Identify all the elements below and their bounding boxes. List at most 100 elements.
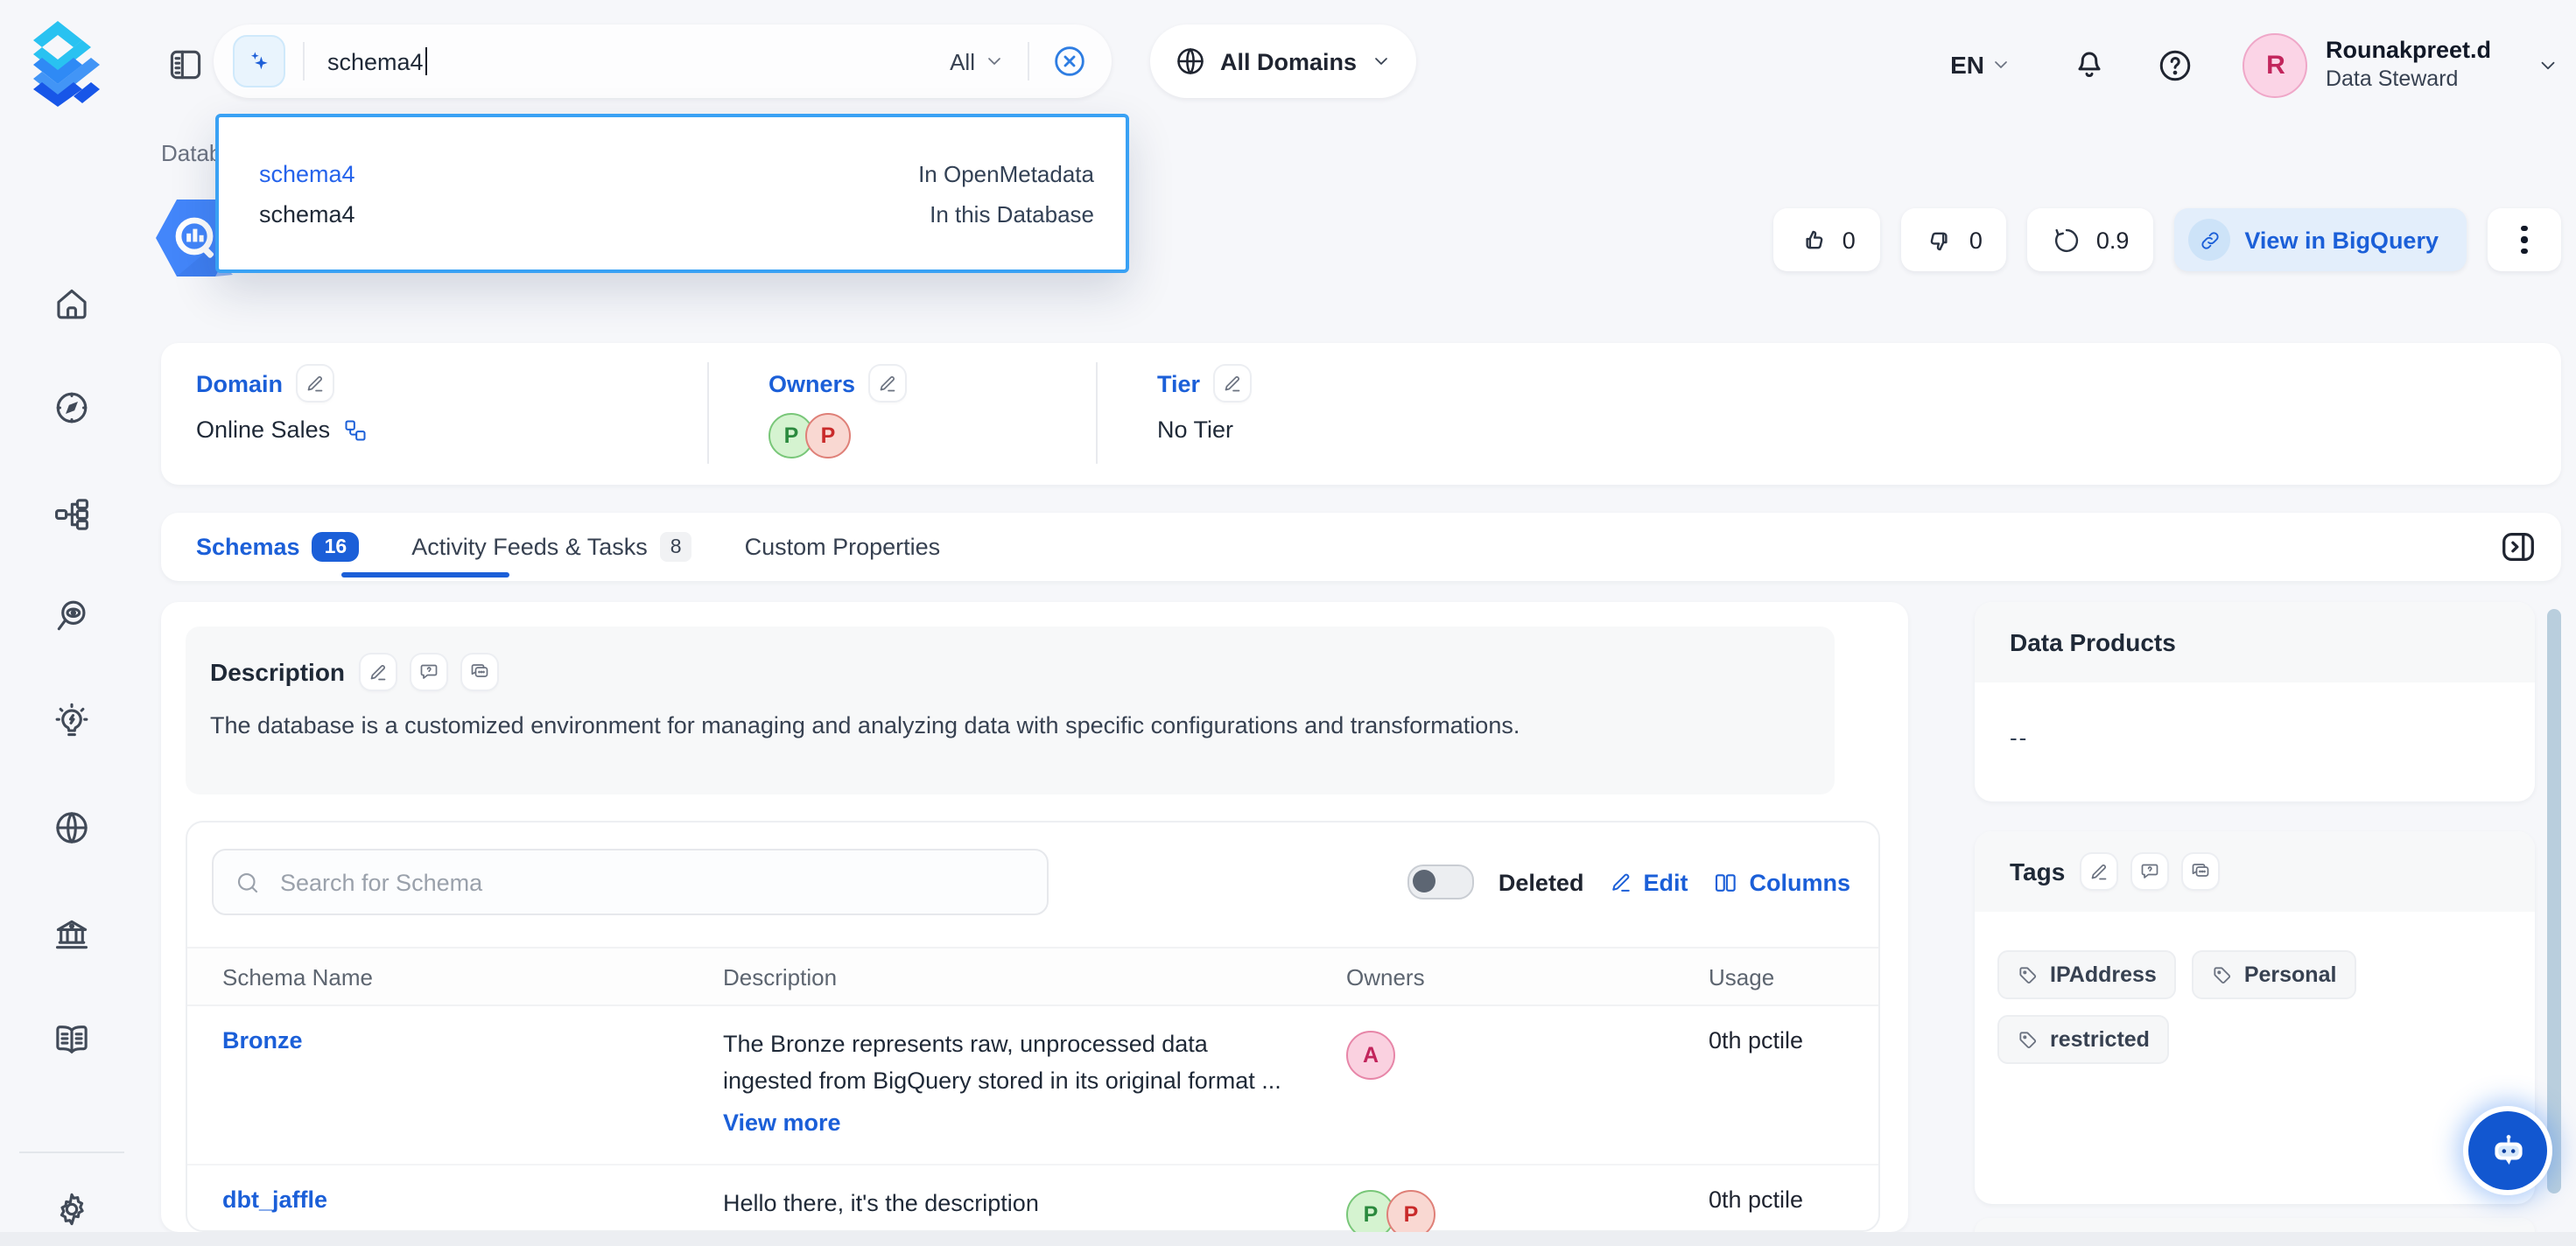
- edit-description-pencil-icon[interactable]: [361, 654, 396, 690]
- app-root: schema4 All All Domains EN: [0, 0, 2576, 1246]
- domain-section: Domain Online Sales: [196, 366, 367, 443]
- columns-config-button[interactable]: Columns: [1712, 869, 1850, 895]
- sidebar-toggle-icon[interactable]: [166, 46, 205, 84]
- edit-tier-pencil-icon[interactable]: [1214, 366, 1249, 401]
- table-row: dbt_jaffle Hello there, it's the descrip…: [187, 1166, 1878, 1232]
- request-tags-comment-icon[interactable]: [2131, 854, 2166, 889]
- vertical-scrollbar[interactable]: [2547, 609, 2561, 1194]
- user-menu[interactable]: Rounakpreet.d Data Steward: [2326, 37, 2491, 94]
- tag-chip[interactable]: Personal: [2192, 950, 2356, 999]
- top-navigation-bar: schema4 All All Domains EN: [0, 0, 2576, 130]
- govern-bank-icon[interactable]: [53, 915, 91, 954]
- sidebar-divider: [19, 1152, 124, 1153]
- owner-avatar[interactable]: P: [1386, 1190, 1435, 1232]
- chevron-down-icon: [984, 51, 1005, 72]
- description-text: The database is a customized environment…: [210, 712, 1810, 738]
- openmetadata-logo-icon[interactable]: [30, 21, 112, 107]
- page-bottom-edge: [0, 1232, 2576, 1246]
- tab-count-badge: 16: [312, 532, 360, 562]
- notifications-bell-icon[interactable]: [2072, 46, 2109, 83]
- tab-activity-feeds[interactable]: Activity Feeds & Tasks 8: [411, 532, 691, 562]
- schemas-tab-content: Description The database is a customized…: [161, 602, 1908, 1232]
- domain-value[interactable]: Online Sales: [196, 416, 330, 443]
- description-panel: Description The database is a customized…: [186, 626, 1835, 794]
- tab-schemas[interactable]: Schemas 16: [196, 532, 359, 562]
- help-icon[interactable]: [2158, 46, 2194, 83]
- domains-globe-icon[interactable]: [53, 808, 91, 847]
- left-sidebar: [0, 130, 144, 1246]
- search-suggestion-item[interactable]: schema4 In OpenMetadata: [219, 157, 1126, 190]
- divider: [707, 362, 709, 464]
- settings-gear-icon[interactable]: [53, 1190, 91, 1228]
- link-icon: [2188, 219, 2230, 261]
- tags-conversations-icon[interactable]: [2182, 854, 2217, 889]
- schema-search-input[interactable]: [277, 867, 1026, 897]
- refresh-score-icon: [2053, 225, 2082, 255]
- text-caret: [425, 47, 428, 75]
- owner-avatar[interactable]: P: [805, 413, 851, 458]
- data-products-title: Data Products: [2010, 628, 2176, 656]
- column-header-schema-name[interactable]: Schema Name: [222, 963, 723, 990]
- expand-right-panel-icon[interactable]: [2498, 527, 2538, 567]
- thumbs-down-icon: [1926, 225, 1955, 255]
- tag-icon: [2017, 963, 2039, 986]
- all-domains-dropdown[interactable]: All Domains: [1150, 24, 1416, 98]
- explore-compass-icon[interactable]: [53, 388, 91, 427]
- tag-chip[interactable]: restricted: [1997, 1015, 2169, 1064]
- tab-count-badge: 8: [660, 532, 692, 562]
- owner-avatar[interactable]: A: [1346, 1031, 1395, 1080]
- edit-tags-pencil-icon[interactable]: [2081, 854, 2116, 889]
- clear-search-icon[interactable]: [1052, 44, 1087, 79]
- edit-table-button[interactable]: Edit: [1608, 869, 1688, 895]
- view-more-link[interactable]: View more: [723, 1106, 841, 1143]
- chat-assistant-robot-icon[interactable]: [2468, 1111, 2547, 1190]
- upvote-button[interactable]: 0: [1774, 208, 1880, 271]
- schema-link[interactable]: dbt_jaffle: [222, 1186, 327, 1213]
- schema-link[interactable]: Bronze: [222, 1027, 303, 1054]
- glossary-book-icon[interactable]: [53, 1020, 91, 1059]
- search-icon: [235, 869, 261, 895]
- search-suggestions-dropdown: schema4 In OpenMetadata schema4 In this …: [215, 114, 1129, 273]
- more-options-kebab-button[interactable]: [2488, 208, 2561, 271]
- column-header-description[interactable]: Description: [723, 963, 1346, 990]
- edit-owners-pencil-icon[interactable]: [869, 366, 904, 401]
- user-avatar[interactable]: R: [2243, 32, 2308, 97]
- entity-action-buttons: 0 0 0.9 View in BigQuery: [1774, 208, 2561, 271]
- divider: [1096, 362, 1098, 464]
- active-tab-underline: [341, 572, 509, 578]
- tag-chip[interactable]: IPAddress: [1997, 950, 2176, 999]
- search-scope-dropdown[interactable]: All: [950, 48, 1005, 74]
- search-suggestion-item[interactable]: schema4 In this Database: [219, 197, 1126, 230]
- thumbs-up-icon: [1799, 225, 1828, 255]
- description-conversations-icon[interactable]: [462, 654, 497, 690]
- breadcrumb[interactable]: Datab: [161, 140, 221, 166]
- chevron-down-icon: [1371, 51, 1392, 72]
- home-icon[interactable]: [53, 285, 91, 324]
- deleted-toggle[interactable]: [1407, 864, 1474, 900]
- request-description-comment-icon[interactable]: [411, 654, 446, 690]
- tier-section: Tier No Tier: [1157, 366, 1249, 443]
- tags-card: Tags IPAddress Personal restricted: [1975, 831, 2535, 1204]
- column-header-owners[interactable]: Owners: [1346, 963, 1709, 990]
- data-products-card: Data Products --: [1975, 602, 2535, 802]
- description-title: Description: [210, 658, 345, 686]
- schema-table-panel: Deleted Edit Columns Schema Name Descrip…: [186, 821, 1880, 1232]
- edit-domain-pencil-icon[interactable]: [297, 366, 332, 401]
- tab-custom-properties[interactable]: Custom Properties: [745, 534, 941, 560]
- column-header-usage[interactable]: Usage: [1709, 963, 1878, 990]
- score-button[interactable]: 0.9: [2028, 208, 2154, 271]
- chevron-down-icon[interactable]: [2537, 53, 2559, 76]
- global-search-bar[interactable]: schema4 All: [214, 24, 1112, 98]
- language-selector[interactable]: EN: [1950, 51, 2012, 79]
- insights-icon[interactable]: [53, 702, 91, 740]
- search-input[interactable]: schema4: [327, 47, 428, 75]
- schema-search-field[interactable]: [212, 849, 1049, 915]
- downvote-button[interactable]: 0: [1901, 208, 2007, 271]
- tag-icon: [2211, 963, 2234, 986]
- usage-value: 0th pctile: [1709, 1027, 1878, 1054]
- subdomain-link-icon: [342, 417, 367, 442]
- platform-lineage-icon[interactable]: [53, 495, 91, 534]
- observability-icon[interactable]: [53, 597, 91, 635]
- view-in-bigquery-button[interactable]: View in BigQuery: [2174, 208, 2467, 271]
- tags-title: Tags: [2010, 858, 2065, 886]
